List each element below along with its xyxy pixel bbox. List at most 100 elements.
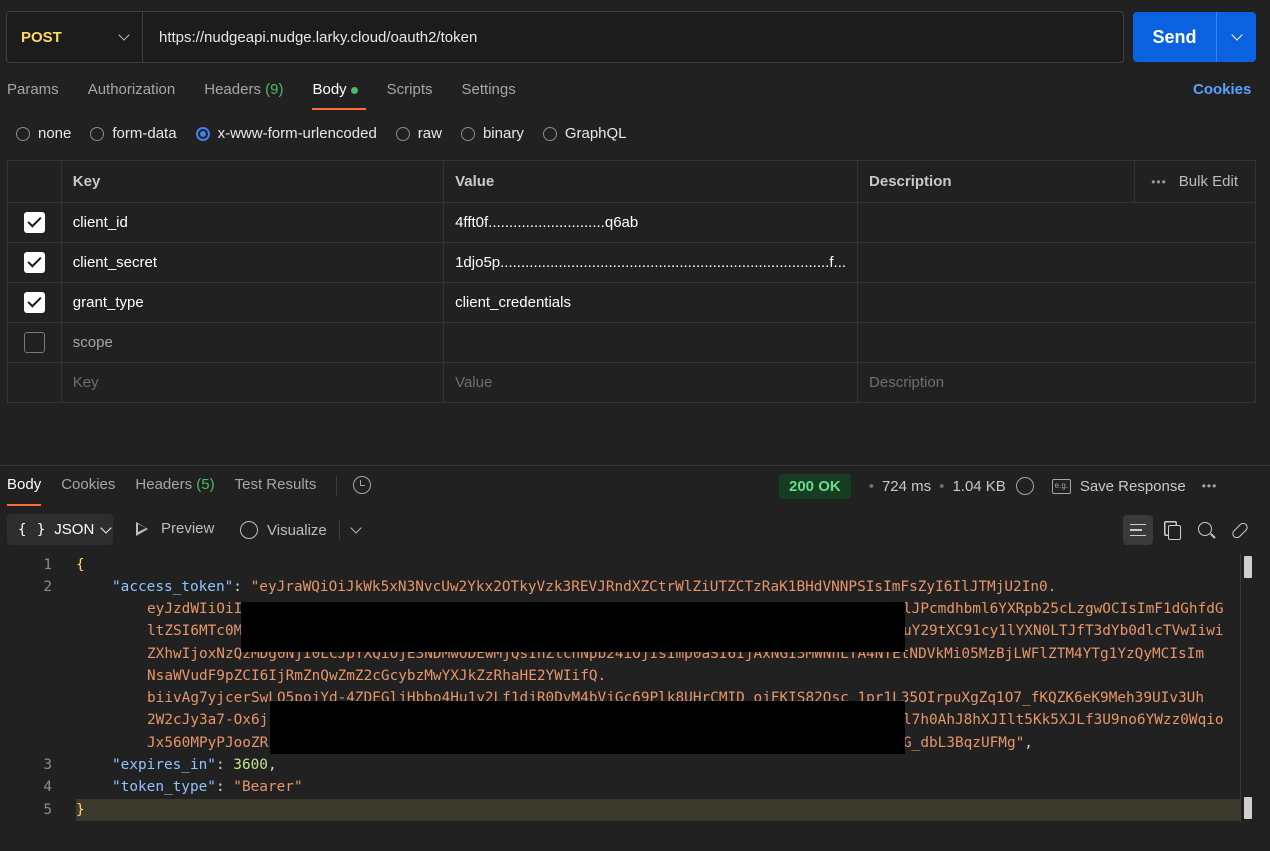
tab-authorization[interactable]: Authorization bbox=[88, 74, 176, 110]
radio-graphql[interactable]: GraphQL bbox=[542, 125, 627, 142]
key-input[interactable]: Key bbox=[60, 362, 445, 403]
radio-raw[interactable]: raw bbox=[395, 125, 442, 142]
code-line: "access_token": "eyJraWQiOiJkWk5xN3NvcUw… bbox=[112, 576, 1056, 598]
code-wrap-line: 2W2cJy3a7-Ox6j bbox=[147, 712, 269, 728]
radio-circle-icon bbox=[90, 126, 105, 141]
key-cell[interactable]: client_id bbox=[60, 202, 445, 243]
response-size[interactable]: 1.04 KB bbox=[952, 478, 1005, 495]
tab-settings[interactable]: Settings bbox=[462, 74, 516, 110]
code-line: "expires_in": 3600, bbox=[112, 754, 277, 776]
radio-circle-icon bbox=[460, 126, 475, 141]
history-icon[interactable] bbox=[353, 476, 372, 494]
table-row: client_secret 1djo5p....................… bbox=[7, 242, 1256, 283]
scrollbar-top[interactable] bbox=[1244, 556, 1252, 578]
key-cell[interactable]: scope bbox=[60, 322, 445, 363]
column-header-key: Key bbox=[60, 160, 445, 203]
table-row: scope bbox=[7, 322, 1256, 363]
response-tabs: Body Cookies Headers (5) Test Results bbox=[7, 466, 372, 506]
description-cell[interactable] bbox=[857, 282, 1256, 323]
table-row: grant_type client_credentials bbox=[7, 282, 1256, 323]
chevron-down-icon bbox=[118, 29, 130, 41]
chevron-down-icon[interactable] bbox=[350, 522, 362, 534]
tab-label: Test Results bbox=[234, 476, 317, 493]
radio-label: raw bbox=[417, 125, 442, 142]
line-number: 2 bbox=[43, 579, 52, 595]
send-button[interactable]: Send bbox=[1133, 12, 1217, 62]
network-globe-icon[interactable] bbox=[1015, 477, 1034, 495]
radio-form-data[interactable]: form-data bbox=[90, 125, 177, 142]
json-string: "eyJraWQiOiJkWk5xN3NvcUw2Ykx2OTkyVzk3REV… bbox=[250, 579, 1057, 595]
tab-label: Cookies bbox=[61, 476, 116, 493]
save-response-button[interactable]: e.g. Save Response bbox=[1051, 478, 1186, 495]
radio-none[interactable]: none bbox=[16, 125, 71, 142]
copy-icon bbox=[1167, 524, 1181, 540]
tab-params[interactable]: Params bbox=[7, 74, 59, 110]
radio-binary[interactable]: binary bbox=[460, 125, 524, 142]
tab-label: Body bbox=[7, 476, 42, 493]
send-options-button[interactable] bbox=[1217, 12, 1256, 62]
tab-response-cookies[interactable]: Cookies bbox=[61, 466, 115, 506]
row-checkbox[interactable] bbox=[23, 212, 45, 233]
divider bbox=[338, 520, 340, 540]
description-cell[interactable] bbox=[857, 242, 1256, 283]
radio-circle-icon bbox=[16, 126, 30, 141]
params-table: Key Value Description ••• Bulk Edit clien… bbox=[7, 160, 1256, 403]
preview-button[interactable]: Preview bbox=[136, 520, 214, 537]
search-button[interactable] bbox=[1191, 515, 1221, 545]
format-label: JSON bbox=[54, 521, 95, 538]
row-checkbox[interactable] bbox=[23, 292, 45, 313]
format-select[interactable]: { } JSON bbox=[7, 514, 113, 545]
status-badge[interactable]: 200 OK bbox=[779, 473, 851, 499]
tab-test-results[interactable]: Test Results bbox=[235, 466, 317, 506]
description-input[interactable]: Description bbox=[857, 362, 1256, 403]
value-cell[interactable]: 1djo5p..................................… bbox=[443, 242, 859, 283]
method-label: POST bbox=[21, 28, 62, 46]
tab-body[interactable]: Body bbox=[312, 74, 366, 110]
cookies-link[interactable]: Cookies bbox=[1193, 81, 1251, 98]
tab-scripts[interactable]: Scripts bbox=[387, 74, 433, 110]
json-string: "Bearer" bbox=[233, 779, 303, 795]
value-cell[interactable]: client_credentials bbox=[443, 282, 859, 323]
json-key: "expires_in" bbox=[112, 757, 216, 773]
value-cell[interactable] bbox=[443, 322, 859, 363]
row-checkbox-cell bbox=[7, 282, 62, 323]
more-options-icon[interactable]: ••• bbox=[1202, 479, 1218, 493]
tab-headers[interactable]: Headers (9) bbox=[204, 74, 283, 110]
bulk-edit-button[interactable]: ••• Bulk Edit bbox=[1146, 173, 1244, 190]
radio-x-www-form-urlencoded[interactable]: x-www-form-urlencoded bbox=[195, 125, 377, 142]
radio-circle-icon bbox=[395, 126, 410, 141]
radio-label: binary bbox=[482, 125, 524, 142]
key-cell[interactable]: client_secret bbox=[60, 242, 445, 283]
scrollbar-bottom[interactable] bbox=[1244, 797, 1252, 819]
code-wrap-line: ltZSI6MTc0M bbox=[147, 623, 243, 639]
tab-response-body[interactable]: Body bbox=[7, 466, 42, 506]
description-cell[interactable] bbox=[857, 322, 1256, 363]
wrap-lines-button[interactable] bbox=[1123, 515, 1153, 545]
preview-label: Preview bbox=[161, 520, 215, 537]
tab-label: Params bbox=[7, 81, 59, 98]
description-cell[interactable] bbox=[857, 202, 1256, 243]
url-input[interactable]: https://nudgeapi.nudge.larky.cloud/oauth… bbox=[143, 29, 477, 46]
code-wrap-tail-text: G_dbL3BqzUFMg" bbox=[903, 735, 1025, 751]
copy-button[interactable] bbox=[1157, 515, 1187, 545]
code-line: { bbox=[76, 554, 85, 576]
row-checkbox[interactable] bbox=[23, 332, 45, 353]
key-cell[interactable]: grant_type bbox=[60, 282, 445, 323]
response-time[interactable]: 724 ms bbox=[882, 478, 931, 495]
table-new-row: Key Value Description bbox=[7, 362, 1256, 403]
line-number: 3 bbox=[43, 757, 52, 773]
example-icon: e.g. bbox=[1051, 478, 1071, 494]
body-type-radios: none form-data x-www-form-urlencoded raw… bbox=[16, 125, 646, 142]
link-button[interactable] bbox=[1225, 515, 1255, 545]
radio-label: GraphQL bbox=[564, 125, 627, 142]
row-checkbox-cell bbox=[7, 322, 62, 363]
row-checkbox[interactable] bbox=[23, 252, 45, 273]
radio-label: x-www-form-urlencoded bbox=[217, 125, 377, 142]
value-input[interactable]: Value bbox=[443, 362, 859, 403]
tab-response-headers[interactable]: Headers (5) bbox=[135, 466, 214, 506]
method-select[interactable]: POST bbox=[7, 12, 143, 62]
code-wrap-tail: lJPcmdhbml6YXRpb25cLzgwOCIsImF1dGhfdG bbox=[903, 601, 1224, 617]
value-cell[interactable]: 4fft0f............................q6ab bbox=[443, 202, 859, 243]
braces-icon: { } bbox=[18, 521, 47, 538]
visualize-button[interactable]: Visualize bbox=[240, 520, 362, 540]
